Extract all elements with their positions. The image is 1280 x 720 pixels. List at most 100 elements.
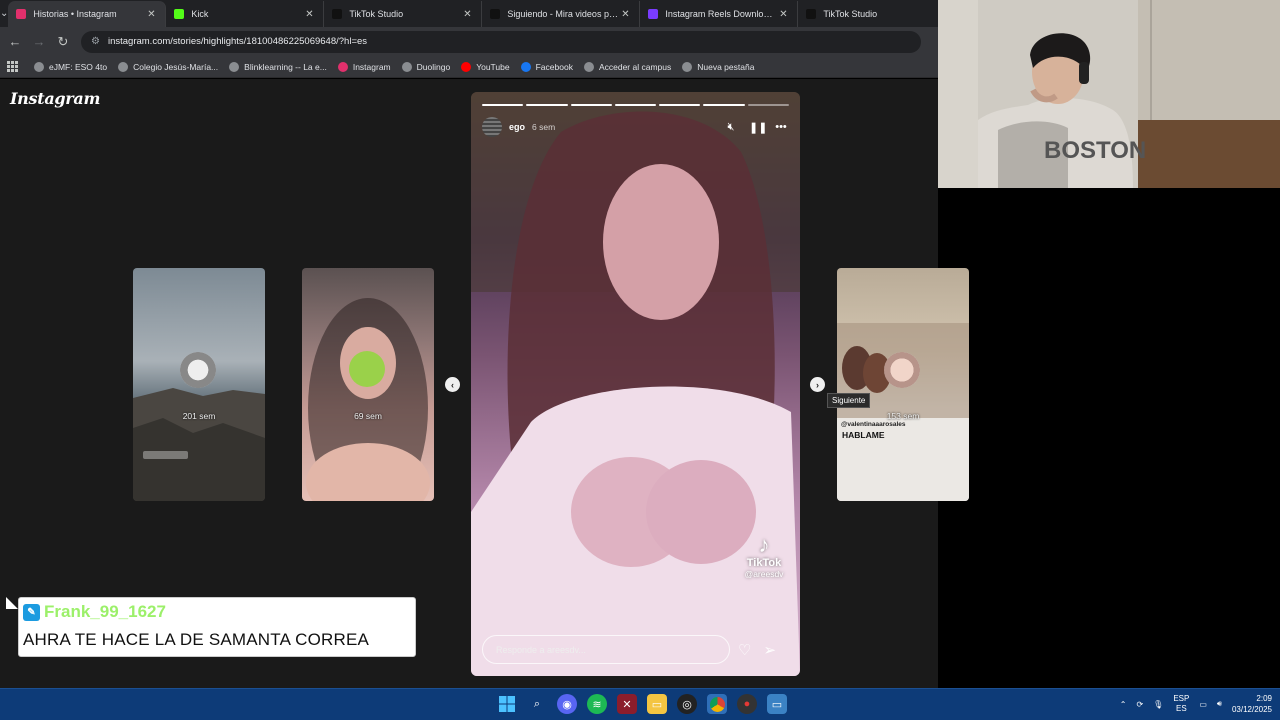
progress-segment [659, 104, 701, 106]
reload-button[interactable]: ↻ [51, 30, 75, 54]
bookmark-item[interactable]: Nueva pestaña [682, 61, 754, 72]
back-button[interactable]: ← [3, 30, 27, 54]
globe-icon [229, 61, 240, 72]
chevron-up-icon[interactable]: ⌃ [1120, 700, 1127, 709]
network-icon[interactable]: ▭ [1199, 700, 1207, 709]
close-tab-icon[interactable]: ✕ [461, 9, 473, 20]
story-preview-1[interactable]: 201 sem [133, 268, 265, 501]
discord-app[interactable]: ◉ [557, 694, 577, 714]
browser-tab[interactable]: Kick ✕ [166, 1, 325, 27]
send-icon[interactable]: ➢ [763, 641, 776, 659]
bookmarks-bar: eJMF: ESO 4to Colegio Jesús-María... Blink… [0, 56, 938, 78]
microphone-icon[interactable]: 🎙︎ [1153, 700, 1163, 709]
chat-username-text: Frank_99_1627 [44, 602, 166, 621]
discord-icon: ◉ [562, 698, 572, 711]
reload-icon: ↻ [57, 33, 69, 49]
story-header: ego 6 sem 🔇︎ ❚❚ ••• [482, 117, 788, 137]
active-story[interactable]: ego 6 sem 🔇︎ ❚❚ ••• ♪ TikTok @areesdv Re… [471, 92, 800, 676]
keyboard-layout: ES [1176, 704, 1187, 713]
recording-app[interactable]: ● [737, 694, 757, 714]
sync-icon[interactable]: ⟳ [1136, 700, 1143, 709]
arrow-left-icon: ← [8, 34, 22, 49]
close-tab-icon[interactable]: ✕ [619, 9, 631, 20]
tab-title: Historias • Instagram [33, 9, 117, 19]
browser-tab[interactable]: Historias • Instagram ✕ [8, 1, 167, 27]
pause-icon: ❚❚ [749, 121, 768, 134]
spotify-icon: ≋ [592, 698, 602, 711]
globe-icon [118, 61, 129, 72]
browser-tab[interactable]: TikTok Studio✕ [798, 1, 957, 27]
bookmark-item[interactable]: YouTube [461, 61, 510, 72]
browser-tab[interactable]: TikTok Studio ✕ [324, 1, 483, 27]
story-author-name[interactable]: ego [509, 122, 525, 132]
like-heart-icon[interactable]: ♡ [738, 641, 751, 659]
tab-title: TikTok Studio [349, 9, 404, 19]
globe-icon [34, 61, 44, 72]
tiktok-icon [806, 9, 817, 19]
search-button[interactable]: ⌕ [527, 694, 547, 714]
input-language[interactable]: ESP ES [1173, 694, 1189, 714]
reply-input[interactable]: Responde a areesdv... [482, 635, 730, 664]
apps-grid-icon[interactable] [6, 60, 20, 74]
tiktok-icon [490, 9, 501, 19]
youtube-icon [461, 61, 472, 72]
tiktok-icon [332, 9, 343, 19]
watermark-name: TikTok [746, 557, 782, 569]
site-info-icon[interactable]: ⚙ [91, 36, 100, 47]
bookmark-item[interactable]: Acceder al campus [583, 61, 671, 72]
story-author-avatar[interactable] [482, 117, 502, 137]
progress-segment [747, 104, 789, 106]
forward-button[interactable]: → [27, 30, 51, 54]
chat-username: ✎ Frank_99_1627 [23, 602, 166, 622]
globe-icon [401, 61, 412, 72]
chevron-left-icon: ‹ [451, 379, 454, 390]
story-preview-next[interactable]: 153 sem @valentinaaarosales HABLAME [837, 268, 969, 501]
bookmark-item[interactable]: eJMF: ESO 4to [34, 61, 108, 72]
bookmark-item[interactable]: Instagram [337, 61, 391, 72]
address-bar[interactable]: ⚙ instagram.com/stories/highlights/18100… [81, 30, 921, 53]
mention-sticker: @valentinaaarosales [841, 421, 906, 428]
browser-toolbar: ← → ↻ ⚙ instagram.com/stories/highlights… [0, 27, 938, 56]
globe-icon [682, 61, 693, 72]
chat-message-text: AHRA TE HACE LA DE SAMANTA CORREA [23, 630, 370, 649]
next-story-button[interactable]: › [810, 377, 825, 392]
kick-icon [174, 9, 185, 19]
remote-desktop-app[interactable]: ▭ [767, 694, 787, 714]
story-age: 201 sem [182, 411, 216, 421]
bookmark-label: eJMF: ESO 4to [49, 61, 108, 72]
chrome-app[interactable] [707, 694, 727, 714]
windows-logo-icon [499, 696, 515, 712]
instagram-logo[interactable]: Instagram [10, 89, 100, 108]
browser-tab[interactable]: Siguiendo - Mira videos publica✕ [482, 1, 641, 27]
close-tab-icon[interactable]: ✕ [303, 9, 315, 20]
progress-segment [570, 104, 612, 106]
pause-button[interactable]: ❚❚ [749, 121, 767, 134]
clock[interactable]: 2:09 03/12/2025 [1232, 693, 1272, 715]
obs-app[interactable]: ◎ [677, 694, 697, 714]
tab-search-button[interactable]: ⌄ [0, 0, 8, 27]
tiktok-watermark: ♪ TikTok @areesdv [734, 533, 794, 580]
file-explorer-app[interactable]: ▭ [647, 694, 667, 714]
volume-icon[interactable]: 🔊︎ [1217, 699, 1222, 709]
bookmark-item[interactable]: Facebook [520, 61, 573, 72]
close-tab-icon[interactable]: ✕ [145, 9, 157, 20]
bookmark-item[interactable]: Colegio Jesús-María... [118, 61, 218, 72]
story-preview-2[interactable]: 69 sem [302, 268, 434, 501]
previous-story-button[interactable]: ‹ [445, 377, 460, 392]
downloader-icon [648, 9, 659, 19]
bookmark-item[interactable]: Blinklearning -- La e... [229, 61, 327, 72]
progress-segment [614, 104, 657, 106]
kick-studio-app[interactable]: ✕ [617, 694, 637, 714]
start-button[interactable] [497, 694, 517, 714]
close-tab-icon[interactable]: ✕ [777, 9, 789, 20]
browser-tab[interactable]: Instagram Reels Downloader O✕ [640, 1, 799, 27]
mute-toggle[interactable]: 🔇︎ [724, 121, 738, 134]
bookmark-item[interactable]: Duolingo [401, 61, 450, 72]
record-icon: ● [743, 698, 751, 710]
spotify-app[interactable]: ≋ [587, 694, 607, 714]
progress-segment [526, 104, 568, 106]
speaker-muted-icon: 🔇︎ [727, 120, 735, 133]
tab-title: TikTok Studio [823, 9, 878, 19]
bookmark-list: eJMF: ESO 4to Colegio Jesús-María... Blink… [34, 61, 765, 72]
more-options-button[interactable]: ••• [774, 121, 788, 133]
